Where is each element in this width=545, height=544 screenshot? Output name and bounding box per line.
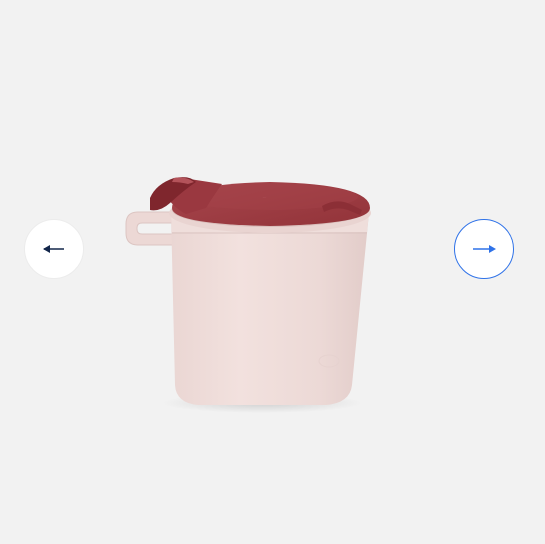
arrow-left-icon [42,243,66,255]
product-image-carousel: ~ [0,0,545,544]
previous-image-button[interactable] [24,219,84,279]
product-image: ~ [125,177,371,413]
arrow-right-icon [471,243,497,255]
next-image-button[interactable] [454,219,514,279]
